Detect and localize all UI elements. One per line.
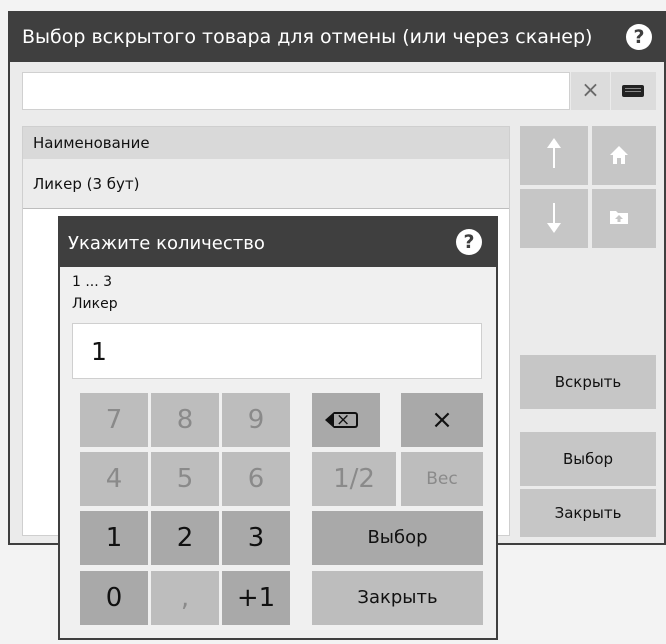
key-6[interactable]: 6: [222, 452, 290, 506]
key-1[interactable]: 1: [80, 511, 148, 565]
dialog-title: Укажите количество: [68, 233, 265, 254]
search-input[interactable]: [22, 72, 570, 110]
key-comma[interactable]: ,: [151, 571, 219, 625]
table-row[interactable]: Ликер (3 бут): [23, 159, 509, 209]
backspace-icon: [325, 404, 358, 436]
key-2[interactable]: 2: [151, 511, 219, 565]
dialog-close-button[interactable]: Закрыть: [312, 571, 483, 625]
main-titlebar: Выбор вскрытого товара для отмены (или ч…: [8, 11, 666, 62]
key-7[interactable]: 7: [80, 393, 148, 447]
backspace-button[interactable]: [312, 393, 380, 447]
keyboard-icon: [622, 85, 644, 97]
window-title: Выбор вскрытого товара для отмены (или ч…: [22, 26, 593, 48]
open-button[interactable]: Вскрыть: [520, 355, 656, 409]
arrow-down-icon: [547, 203, 561, 233]
dialog-select-button[interactable]: Выбор: [312, 511, 483, 565]
product-name: Ликер: [72, 296, 118, 312]
key-8[interactable]: 8: [151, 393, 219, 447]
help-icon[interactable]: ?: [626, 24, 652, 50]
key-4[interactable]: 4: [80, 452, 148, 506]
half-button[interactable]: 1/2: [312, 452, 396, 506]
select-button[interactable]: Выбор: [520, 432, 656, 486]
clear-button[interactable]: ×: [401, 393, 483, 447]
key-9[interactable]: 9: [222, 393, 290, 447]
scroll-down-button[interactable]: [520, 189, 588, 248]
scroll-up-button[interactable]: [520, 126, 588, 185]
weight-button[interactable]: Вес: [401, 452, 483, 506]
key-3[interactable]: 3: [222, 511, 290, 565]
folder-up-icon: [610, 211, 628, 224]
arrow-up-icon: [547, 138, 561, 168]
column-header-name: Наименование: [23, 127, 509, 159]
key-plus-one[interactable]: +1: [222, 571, 290, 625]
dialog-titlebar: Укажите количество ?: [58, 216, 498, 267]
key-5[interactable]: 5: [151, 452, 219, 506]
folder-up-button[interactable]: [592, 189, 656, 248]
home-icon: [610, 146, 628, 164]
keyboard-button[interactable]: [611, 72, 656, 110]
clear-search-button[interactable]: ×: [571, 72, 610, 110]
home-button[interactable]: [592, 126, 656, 185]
quantity-input[interactable]: 1: [72, 323, 482, 379]
key-0[interactable]: 0: [80, 571, 148, 625]
quantity-range: 1 ... 3: [72, 274, 113, 290]
dialog-help-icon[interactable]: ?: [456, 229, 482, 255]
close-button[interactable]: Закрыть: [520, 489, 656, 537]
